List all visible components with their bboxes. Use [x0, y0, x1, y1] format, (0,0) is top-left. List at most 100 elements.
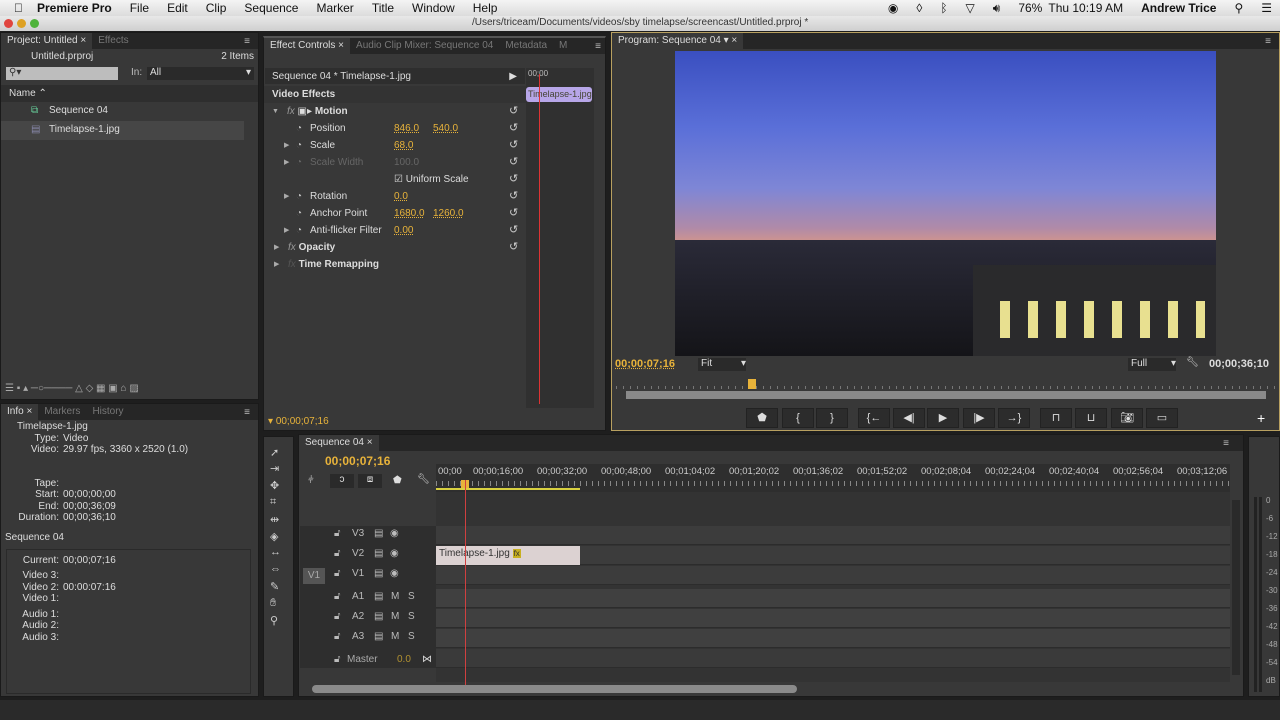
add-marker-button[interactable]: ⬟ — [746, 408, 778, 428]
rolling-edit-tool-icon[interactable]: ⌗ — [270, 496, 276, 509]
track-select-tool-icon[interactable]: ⇥ — [270, 462, 279, 475]
battery-status[interactable]: 76% — [1018, 1, 1042, 15]
mute-button[interactable]: M — [391, 631, 399, 642]
razor-tool-icon[interactable]: ◈ — [270, 530, 278, 543]
solo-button[interactable]: S — [408, 611, 415, 622]
scale-value[interactable]: 68.0 — [394, 137, 413, 154]
wifi-icon[interactable]: ▽ — [966, 1, 975, 15]
track-name[interactable]: V3 — [352, 528, 364, 539]
timeline-timecode[interactable]: 00;00;07;16 — [325, 454, 390, 468]
work-area-bar[interactable] — [436, 488, 580, 490]
user-name[interactable]: Andrew Trice — [1141, 1, 1216, 15]
timeline-settings-icon[interactable]: 🔧︎ — [417, 474, 430, 485]
mark-in-button[interactable]: { — [782, 408, 814, 428]
timeline-clip[interactable]: Timelapse-1.jpg fx — [436, 546, 580, 565]
menu-window[interactable]: Window — [412, 1, 455, 15]
lock-icon[interactable]: 🔓︎ — [334, 568, 340, 579]
mute-button[interactable]: M — [391, 591, 399, 602]
stopwatch-icon[interactable]: ◔ — [296, 188, 302, 205]
sync-lock-icon[interactable]: ▤ — [374, 631, 383, 642]
anchor-y-value[interactable]: 1260.0 — [433, 205, 464, 222]
reset-icon[interactable]: ↺ — [509, 239, 518, 256]
stopwatch-icon[interactable]: ◔ — [296, 222, 302, 239]
ec-mini-timeline[interactable]: 00;00 Timelapse-1.jpg — [526, 68, 594, 408]
step-back-button[interactable]: ◀| — [893, 408, 925, 428]
solo-button[interactable]: S — [408, 631, 415, 642]
menu-marker[interactable]: Marker — [316, 1, 353, 15]
stopwatch-icon[interactable]: ◔ — [296, 205, 302, 222]
ec-clip-bar[interactable]: Timelapse-1.jpg — [526, 87, 592, 102]
tab-program[interactable]: Program: Sequence 04 ▾ × — [612, 33, 744, 49]
program-timecode[interactable]: 00;00;07;16 — [615, 358, 675, 370]
lock-icon[interactable]: 🔓︎ — [334, 548, 340, 559]
search-input[interactable]: ⚲▾ — [6, 67, 118, 80]
rotation-value[interactable]: 0.0 — [394, 188, 408, 205]
program-time-ruler[interactable] — [616, 379, 1276, 389]
panel-menu-icon[interactable]: ≡ — [1223, 438, 1229, 449]
add-marker-icon[interactable]: ⬟ — [393, 475, 402, 486]
linked-selection-button[interactable]: ⧈ — [358, 474, 382, 488]
track-name[interactable]: A1 — [352, 591, 364, 602]
uniform-scale-checkbox[interactable]: ☑ Uniform Scale ↺ — [264, 171, 526, 188]
settings-wrench-icon[interactable]: 🔧︎ — [1186, 357, 1199, 368]
anchor-x-value[interactable]: 1680.0 — [394, 205, 425, 222]
tab-metadata[interactable]: Metadata — [499, 38, 553, 54]
solo-button[interactable]: S — [408, 591, 415, 602]
volume-icon[interactable]: 🔊︎ — [993, 1, 1001, 16]
pen-tool-icon[interactable]: ✎ — [270, 580, 279, 593]
timeline-playhead[interactable] — [465, 480, 466, 685]
tab-info[interactable]: Info × — [1, 404, 39, 420]
compare-view-button[interactable]: ▭ — [1146, 408, 1178, 428]
slip-tool-icon[interactable]: ↔ — [270, 546, 281, 558]
zoom-window-button[interactable] — [30, 19, 39, 28]
notification-icon[interactable]: ☰ — [1261, 1, 1272, 15]
ec-timecode[interactable]: ▾ 00;00;07;16 — [268, 416, 329, 427]
program-playhead[interactable] — [748, 379, 756, 389]
anti-flicker-value[interactable]: 0.00 — [394, 222, 413, 239]
lock-icon[interactable]: 🔓︎ — [334, 631, 340, 642]
eye-icon[interactable]: ◉ — [390, 548, 399, 559]
extract-button[interactable]: ⊔ — [1075, 408, 1107, 428]
master-pan-icon[interactable]: ⋈ — [422, 654, 432, 665]
apple-icon[interactable]:  — [14, 1, 23, 15]
eye-icon[interactable]: ◉ — [390, 528, 399, 539]
sync-lock-icon[interactable]: ▤ — [374, 528, 383, 539]
menu-title[interactable]: Title — [372, 1, 394, 15]
tab-audio-clip-mixer[interactable]: Audio Clip Mixer: Sequence 04 — [350, 38, 499, 54]
play-only-audio-icon[interactable]: ▶ — [509, 71, 517, 82]
stopwatch-icon[interactable]: ◔ — [296, 137, 302, 154]
clock[interactable]: Thu 10:19 AM — [1048, 1, 1123, 15]
go-to-in-button[interactable]: {← — [858, 408, 890, 428]
timeline-vertical-scrollbar[interactable] — [1232, 500, 1240, 675]
mute-button[interactable]: M — [391, 611, 399, 622]
lock-icon[interactable]: 🔓︎ — [334, 528, 340, 539]
rate-stretch-tool-icon[interactable]: ⇹ — [270, 513, 279, 526]
tab-markers[interactable]: Markers — [38, 404, 86, 420]
reset-icon[interactable]: ↺ — [509, 120, 518, 137]
position-x-value[interactable]: 846.0 — [394, 120, 419, 137]
menu-edit[interactable]: Edit — [167, 1, 188, 15]
lift-button[interactable]: ⊓ — [1040, 408, 1072, 428]
track-name[interactable]: V1 — [352, 568, 364, 579]
lock-icon[interactable]: 🔓︎ — [334, 591, 340, 602]
minimize-window-button[interactable] — [17, 19, 26, 28]
menu-file[interactable]: File — [130, 1, 149, 15]
sync-lock-icon[interactable]: ▤ — [374, 548, 383, 559]
snap-button[interactable]: ↄ — [330, 474, 354, 488]
motion-effect[interactable]: ▼ fx ▣▸ Motion ↺ — [264, 103, 526, 120]
time-remapping-effect[interactable]: ▶ fx Time Remapping — [264, 256, 526, 273]
stopwatch-icon[interactable]: ◔ — [296, 120, 302, 137]
reset-icon[interactable]: ↺ — [509, 205, 518, 222]
sync-lock-icon[interactable]: ▤ — [374, 568, 383, 579]
reset-icon[interactable]: ↺ — [509, 154, 518, 171]
bluetooth-icon[interactable]: ᛒ — [940, 1, 947, 15]
track-name[interactable]: A3 — [352, 631, 364, 642]
ripple-edit-tool-icon[interactable]: ✥ — [270, 479, 279, 492]
ec-playhead[interactable] — [539, 74, 540, 404]
tab-effects[interactable]: Effects — [92, 33, 134, 49]
name-column-header[interactable]: Name ⌃ — [1, 85, 258, 102]
panel-menu-icon[interactable]: ≡ — [244, 36, 250, 47]
mark-out-button[interactable]: } — [816, 408, 848, 428]
track-name[interactable]: V2 — [352, 548, 364, 559]
export-frame-button[interactable]: 📷︎ — [1111, 408, 1143, 428]
